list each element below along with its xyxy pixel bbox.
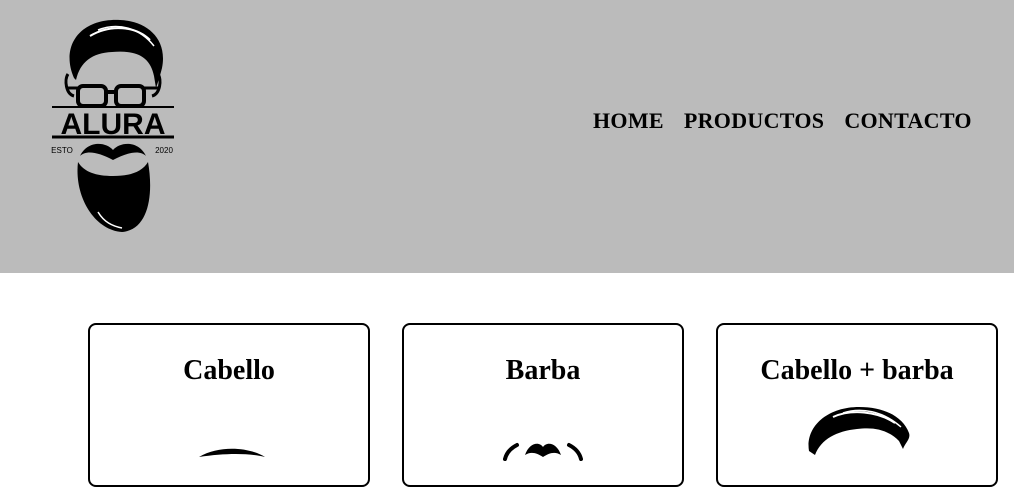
product-title: Barba [505, 355, 581, 386]
nav-productos[interactable]: PRODUCTOS [684, 108, 824, 134]
product-title: Cabello [183, 355, 275, 386]
nav-home[interactable]: HOME [593, 108, 664, 134]
product-card-cabello-barba[interactable]: Cabello + barba [716, 323, 998, 487]
site-header: ALURA ESTO 2020 HOME PRODUCTOS CONTACTO [0, 0, 1014, 273]
nav-contacto[interactable]: CONTACTO [844, 108, 972, 134]
hair-and-beard-icon [808, 407, 910, 455]
product-card-cabello[interactable]: Cabello [88, 323, 370, 487]
beard-icon [503, 443, 583, 461]
main-nav: HOME PRODUCTOS CONTACTO [593, 108, 972, 134]
product-title: Cabello + barba [760, 355, 954, 386]
logo-wordmark: ALURA [61, 108, 166, 141]
logo-caption-left: ESTO [51, 146, 73, 155]
product-card-barba[interactable]: Barba [402, 323, 684, 487]
hair-icon [199, 448, 265, 457]
logo-caption-right: 2020 [155, 146, 173, 155]
alura-logo[interactable]: ALURA ESTO 2020 [50, 16, 176, 234]
